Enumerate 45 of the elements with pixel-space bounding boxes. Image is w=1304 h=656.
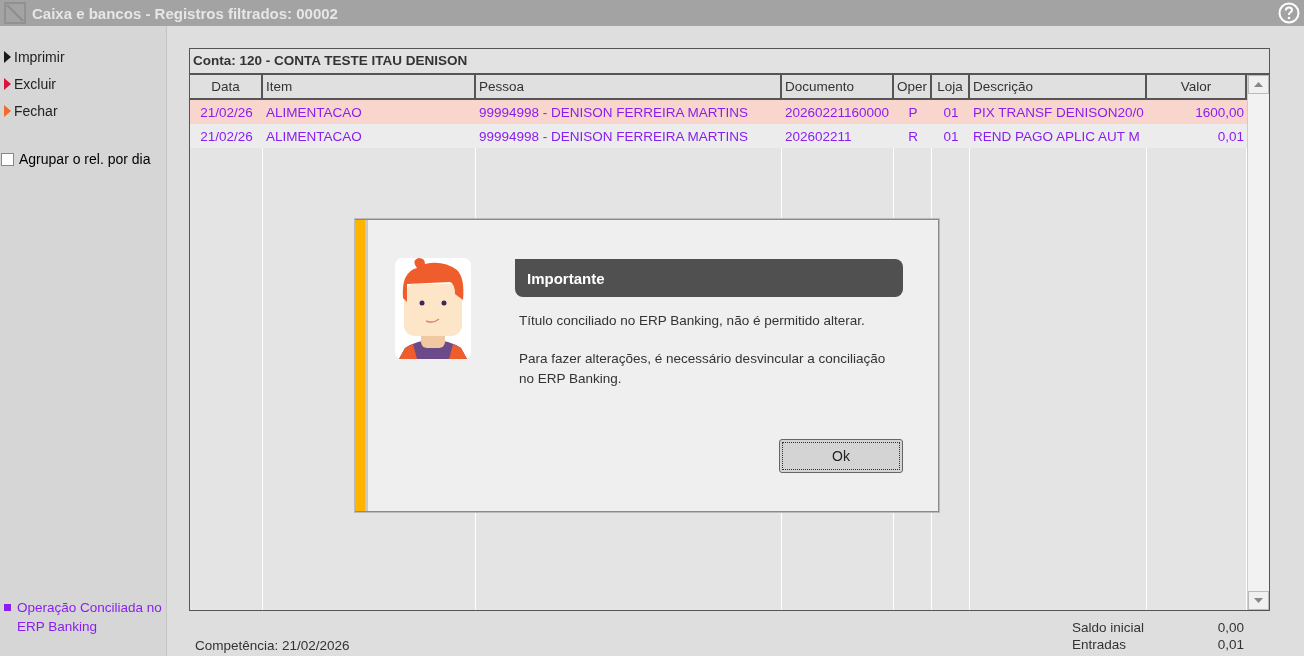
column-header[interactable]: Descrição: [970, 75, 1147, 98]
total-value: 0,00: [1216, 619, 1244, 636]
menu-action[interactable]: Imprimir: [4, 43, 65, 70]
table-cell-text: 01: [942, 104, 960, 120]
table-cell-text: ALIMENTACAO: [265, 104, 363, 120]
window-title: Caixa e bancos - Registros filtrados: 00002: [32, 4, 339, 22]
total-label: Saldo inicial: [1071, 619, 1144, 636]
table-cell-text: P: [907, 104, 919, 120]
scroll-down-icon[interactable]: [1248, 591, 1269, 610]
dialog-message: Para fazer alterações, é necessário desvincular a conciliação no ERP Banking.: [519, 350, 887, 388]
legend-label: Operação Conciliada no ERP Banking: [17, 599, 163, 636]
checkbox-label: Agrupar o rel. por dia: [19, 151, 151, 167]
table-cell-text: 01: [942, 128, 960, 144]
scroll-up-icon[interactable]: [1248, 75, 1269, 94]
table-cell-text: 21/02/26: [199, 104, 254, 120]
column-header[interactable]: Item: [263, 75, 476, 98]
table-row[interactable]: 21/02/26 ALIMENTACAO 99994998 - DENISON FERREIRA MARTINS 20260221160000 P 01 PIX TRANSF DENISON20/0 1600,00: [190, 100, 1247, 124]
dialog-title: Importante: [515, 259, 903, 297]
table-cell-text: 202602211: [784, 128, 853, 144]
avatar-icon: [395, 258, 471, 359]
table-cell-text: 21/02/26: [199, 128, 254, 144]
ok-button[interactable]: Ok: [779, 439, 903, 473]
total-label: Entradas: [1071, 636, 1127, 653]
table-cell-text: ALIMENTACAO: [265, 128, 363, 144]
table-cell-text: 1600,00: [1194, 104, 1245, 120]
table-cell-text: 20260221160000: [784, 104, 891, 120]
table-cell-text: 99994998 - DENISON FERREIRA MARTINS: [478, 128, 750, 144]
table-cell-text: 0,01: [1216, 128, 1245, 144]
menu-action[interactable]: Fechar: [4, 97, 58, 124]
table-cell-text: REND PAGO APLIC AUT M: [972, 128, 1141, 144]
column-header[interactable]: Pessoa: [476, 75, 782, 98]
competence-date: Competência: 21/02/2026: [195, 638, 350, 653]
column-header[interactable]: Loja: [932, 75, 970, 98]
table-row[interactable]: 21/02/26 ALIMENTACAO 99994998 - DENISON FERREIRA MARTINS 202602211 R 01 REND PAGO APLIC AUT M 0,01: [190, 124, 1247, 148]
column-header[interactable]: Documento: [782, 75, 894, 98]
dialog-message: Título conciliado no ERP Banking, não é permitido alterar.: [519, 312, 866, 330]
table-cell-text: R: [907, 128, 919, 144]
table-cell-text: PIX TRANSF DENISON20/0: [972, 104, 1145, 120]
total-value: 0,01: [1216, 636, 1244, 653]
checkbox[interactable]: [1, 152, 14, 166]
column-header[interactable]: Oper: [894, 75, 932, 98]
column-header[interactable]: Data: [190, 75, 263, 98]
menu-action[interactable]: Excluir: [4, 70, 56, 97]
help-icon[interactable]: [1278, 2, 1300, 24]
table-cell-text: 99994998 - DENISON FERREIRA MARTINS: [478, 104, 750, 120]
